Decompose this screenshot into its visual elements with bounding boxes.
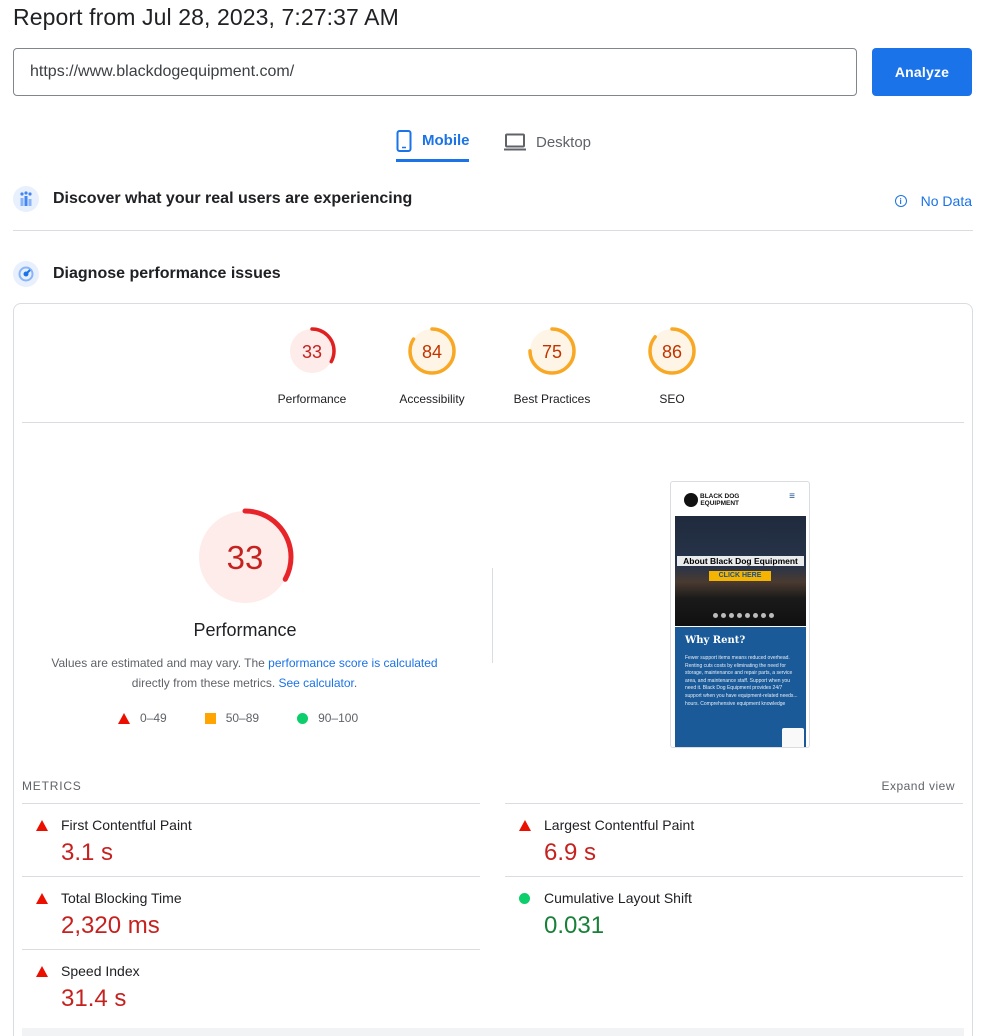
legend-average: 50–89 <box>204 711 260 725</box>
screenshot-header: BLACK DOG EQUIPMENT ≡ <box>671 482 809 516</box>
score-value: 33 <box>302 342 322 362</box>
circle-icon <box>519 893 530 904</box>
recaptcha-icon <box>782 728 804 747</box>
metric-name: Cumulative Layout Shift <box>544 890 692 906</box>
legend-good: 90–100 <box>297 711 358 725</box>
metric-value: 2,320 ms <box>61 912 160 939</box>
users-chart-icon <box>13 186 39 212</box>
divider <box>13 230 973 231</box>
score-gauge-seo[interactable]: 86 SEO <box>622 324 722 406</box>
square-icon <box>204 712 216 724</box>
no-data-label: No Data <box>920 193 972 209</box>
circle-icon <box>297 712 309 724</box>
tab-mobile-label: Mobile <box>422 132 470 149</box>
metric-largest-contentful-paint: Largest Contentful Paint 6.9 s <box>505 803 963 876</box>
metric-speed-index: Speed Index 31.4 s <box>22 949 480 1022</box>
diagnose-section: Diagnose performance issues <box>13 261 281 287</box>
report-title: Report from Jul 28, 2023, 7:27:37 AM <box>13 4 399 30</box>
score-label: SEO <box>659 392 685 406</box>
url-input[interactable] <box>13 48 857 96</box>
metric-value: 6.9 s <box>544 839 597 866</box>
performance-description: Values are estimated and may vary. The p… <box>22 653 467 693</box>
performance-title: Performance <box>193 620 297 640</box>
screenshot-logo: BLACK DOG EQUIPMENT <box>684 493 739 507</box>
score-value: 86 <box>662 342 682 362</box>
hamburger-menu-icon: ≡ <box>789 491 795 502</box>
score-label: Performance <box>277 392 347 406</box>
real-users-section: Discover what your real users are experi… <box>13 186 412 212</box>
no-data-link[interactable]: i No Data <box>894 193 972 209</box>
tab-desktop-label: Desktop <box>536 133 592 151</box>
score-gauge-best-practices[interactable]: 75 Best Practices <box>502 324 602 406</box>
see-calculator-link[interactable]: See calculator <box>278 676 353 690</box>
mobile-icon <box>396 129 412 152</box>
vertical-divider <box>492 568 493 663</box>
legend-poor-label: 0–49 <box>140 711 167 725</box>
score-value: 75 <box>542 342 562 362</box>
metric-name: Largest Contentful Paint <box>544 817 695 833</box>
screenshot-why-rent: Why Rent? Fewer support items means redu… <box>675 627 806 747</box>
triangle-icon <box>36 966 48 977</box>
logo-line2: EQUIPMENT <box>700 500 739 507</box>
score-label: Best Practices <box>513 392 591 406</box>
score-gauge-accessibility[interactable]: 84 Accessibility <box>382 324 482 406</box>
legend-average-label: 50–89 <box>225 711 260 725</box>
info-icon: i <box>894 195 907 207</box>
bottom-bar <box>22 1028 964 1036</box>
why-rent-title: Why Rent? <box>685 635 746 646</box>
performance-score: 33 <box>227 539 264 576</box>
metric-name: First Contentful Paint <box>61 817 192 833</box>
page-screenshot: BLACK DOG EQUIPMENT ≡ About Black Dog Eq… <box>670 481 810 748</box>
metric-total-blocking-time: Total Blocking Time 2,320 ms <box>22 876 480 949</box>
score-gauge-performance[interactable]: 33 Performance <box>262 324 362 406</box>
divider <box>22 422 964 423</box>
dog-logo-icon <box>684 493 698 507</box>
triangle-icon <box>118 712 130 724</box>
metric-value: 3.1 s <box>61 839 114 866</box>
analyze-button[interactable]: Analyze <box>872 48 972 96</box>
real-users-title: Discover what your real users are experi… <box>53 190 413 207</box>
metric-value: 31.4 s <box>61 985 127 1012</box>
why-rent-text: Fewer support items means reduced overhe… <box>685 655 798 707</box>
tab-mobile[interactable]: Mobile <box>396 122 470 162</box>
metric-name: Total Blocking Time <box>61 890 182 906</box>
logo-text: BLACK DOG EQUIPMENT <box>700 493 739 507</box>
expand-view-button[interactable]: Expand view <box>881 779 955 793</box>
speedometer-icon <box>13 261 39 287</box>
score-value: 84 <box>422 342 442 362</box>
carousel-dots <box>713 613 774 618</box>
performance-gauge-large: 33 <box>194 506 296 613</box>
hero-button: CLICK HERE <box>709 571 771 581</box>
metric-value: 0.031 <box>544 912 605 939</box>
desktop-icon <box>504 133 526 151</box>
score-label: Accessibility <box>399 392 465 406</box>
metric-first-contentful-paint: First Contentful Paint 3.1 s <box>22 803 480 876</box>
metrics-label: METRICS <box>22 779 82 793</box>
tab-desktop[interactable]: Desktop <box>504 122 591 162</box>
score-calculated-link[interactable]: performance score is calculated <box>268 656 437 670</box>
triangle-icon <box>36 820 48 831</box>
logo-line1: BLACK DOG <box>700 493 740 500</box>
score-legend: 0–49 50–89 90–100 <box>118 711 358 725</box>
hero-title: About Black Dog Equipment <box>677 556 804 566</box>
metric-name: Speed Index <box>61 963 140 979</box>
triangle-icon <box>519 820 531 831</box>
desc-text: Values are estimated and may vary. The <box>51 656 269 670</box>
desc-text: directly from these metrics. <box>131 676 279 690</box>
legend-poor: 0–49 <box>118 711 167 725</box>
diagnose-title: Diagnose performance issues <box>53 265 281 282</box>
metric-cumulative-layout-shift: Cumulative Layout Shift 0.031 <box>505 876 963 949</box>
desc-text: . <box>353 676 358 690</box>
screenshot-hero: About Black Dog Equipment CLICK HERE <box>675 516 806 626</box>
legend-good-label: 90–100 <box>318 711 359 725</box>
triangle-icon <box>36 893 48 904</box>
